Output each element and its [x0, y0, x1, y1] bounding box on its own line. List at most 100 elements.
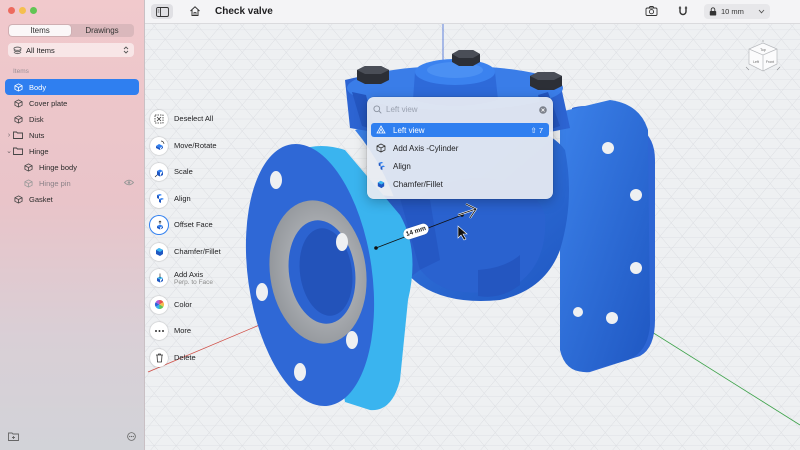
tool-label: Align — [174, 193, 191, 203]
palette-item-label: Add Axis -Cylinder — [393, 143, 459, 153]
sidebar-options-button[interactable] — [127, 432, 136, 443]
grid-unit-dropdown[interactable]: 10 mm — [704, 4, 770, 19]
tree-item-hinge-pin[interactable]: Hinge pin — [5, 175, 139, 191]
items-tree: Body Cover plate Disk › Nuts ⌄ Hinge Hin… — [5, 79, 139, 207]
palette-item-label: Left view — [393, 125, 425, 135]
toolbar: Check valve 10 mm — [145, 0, 800, 24]
color-icon — [150, 295, 168, 314]
view-cube-top[interactable]: Top — [760, 48, 766, 52]
trash-icon — [150, 348, 168, 367]
scale-button[interactable]: Scale — [150, 159, 240, 186]
tree-item-disk[interactable]: Disk — [5, 111, 139, 127]
camera-icon — [645, 6, 658, 16]
align-icon — [150, 189, 168, 208]
cube-icon — [13, 194, 23, 204]
stack-icon — [13, 46, 22, 54]
tree-item-label: Hinge pin — [39, 178, 71, 188]
tree-item-label: Hinge — [29, 146, 49, 156]
cube-icon — [23, 162, 33, 172]
tool-sublabel: Perp. to Face — [174, 278, 214, 286]
new-folder-button[interactable] — [8, 432, 19, 443]
tab-drawings[interactable]: Drawings — [71, 25, 133, 36]
chevron-right-icon[interactable]: › — [5, 132, 13, 139]
move-rotate-icon — [150, 136, 168, 155]
folder-plus-icon — [8, 432, 19, 441]
cube-icon — [13, 82, 23, 92]
more-button[interactable]: More — [150, 318, 240, 345]
tree-item-hinge[interactable]: ⌄ Hinge — [5, 143, 139, 159]
window-controls — [8, 7, 37, 14]
snapshot-button[interactable] — [645, 5, 658, 19]
view-cube-left[interactable]: Left — [753, 60, 759, 64]
zoom-window-button[interactable] — [30, 7, 37, 14]
folder-icon — [13, 130, 23, 140]
items-section-label: Items — [13, 68, 29, 75]
cube-icon — [13, 114, 23, 124]
chamfer-icon — [377, 180, 385, 189]
tree-item-label: Gasket — [29, 194, 53, 204]
tool-label: Move/Rotate — [174, 140, 217, 150]
context-tool-list: Deselect All Move/Rotate Scale Align Off… — [150, 106, 240, 371]
close-window-button[interactable] — [8, 7, 15, 14]
tree-item-body[interactable]: Body — [5, 79, 139, 95]
3d-viewport[interactable]: Top Left Front — [145, 24, 800, 450]
lock-icon — [709, 7, 717, 16]
tree-item-hinge-body[interactable]: Hinge body — [5, 159, 139, 175]
chevron-down-icon — [758, 9, 765, 14]
tool-label: Chamfer/Fillet — [174, 246, 221, 256]
toggle-sidebar-button[interactable] — [151, 4, 173, 19]
tree-item-nuts[interactable]: › Nuts — [5, 127, 139, 143]
palette-search-input[interactable]: Left view — [386, 105, 535, 114]
move-rotate-button[interactable]: Move/Rotate — [150, 133, 240, 160]
sidebar-segmented-control: Items Drawings — [8, 24, 134, 37]
folder-icon — [13, 146, 23, 156]
filter-label: All Items — [26, 45, 55, 55]
view-cube[interactable]: Top Left Front — [743, 40, 783, 76]
palette-item-label: Chamfer/Fillet — [393, 179, 443, 189]
tool-label: Deselect All — [174, 114, 214, 124]
tree-item-label: Nuts — [29, 130, 45, 140]
snapping-toggle[interactable] — [677, 5, 689, 19]
eye-icon[interactable] — [123, 179, 135, 188]
offset-face-icon — [150, 216, 168, 235]
view-cube-front[interactable]: Front — [766, 60, 774, 64]
chamfer-icon — [150, 242, 168, 261]
color-button[interactable]: Color — [150, 292, 240, 319]
magnet-icon — [678, 6, 688, 16]
tool-label: Offset Face — [174, 220, 213, 230]
scene-canvas[interactable] — [145, 24, 800, 450]
view-cube-icon — [376, 125, 386, 134]
offset-face-button[interactable]: Offset Face — [150, 212, 240, 239]
align-button[interactable]: Align — [150, 186, 240, 213]
palette-item-left-view[interactable]: Left view ⇧ 7 — [371, 123, 549, 137]
add-axis-button[interactable]: Add Axis Perp. to Face — [150, 265, 240, 292]
palette-item-align[interactable]: Align — [371, 159, 549, 173]
tree-item-gasket[interactable]: Gasket — [5, 191, 139, 207]
items-filter-dropdown[interactable]: All Items — [8, 43, 134, 57]
add-axis-icon — [150, 269, 168, 288]
home-icon — [190, 6, 200, 16]
chevron-updown-icon — [123, 46, 129, 54]
palette-item-chamfer-fillet[interactable]: Chamfer/Fillet — [371, 177, 549, 191]
chamfer-fillet-button[interactable]: Chamfer/Fillet — [150, 239, 240, 266]
scale-icon — [150, 163, 168, 182]
chevron-down-icon[interactable]: ⌄ — [5, 147, 13, 155]
search-icon — [373, 105, 382, 114]
tab-items[interactable]: Items — [9, 25, 71, 36]
clear-icon[interactable] — [539, 105, 547, 114]
sidebar: Items Drawings All Items Items Body Cove… — [0, 0, 145, 450]
minimize-window-button[interactable] — [19, 7, 26, 14]
home-button[interactable] — [189, 5, 201, 19]
cube-outline-icon — [376, 143, 386, 153]
deselect-all-button[interactable]: Deselect All — [150, 106, 240, 133]
sidebar-icon — [155, 6, 169, 17]
tree-item-label: Body — [29, 82, 47, 92]
cube-icon — [23, 178, 33, 188]
tree-item-cover-plate[interactable]: Cover plate — [5, 95, 139, 111]
palette-item-add-axis-cylinder[interactable]: Add Axis -Cylinder — [371, 141, 549, 155]
deselect-icon — [150, 110, 168, 129]
tree-item-label: Hinge body — [39, 162, 77, 172]
palette-search-field[interactable]: Left view — [373, 103, 547, 116]
tree-item-label: Cover plate — [29, 98, 68, 108]
delete-button[interactable]: Delete — [150, 345, 240, 372]
